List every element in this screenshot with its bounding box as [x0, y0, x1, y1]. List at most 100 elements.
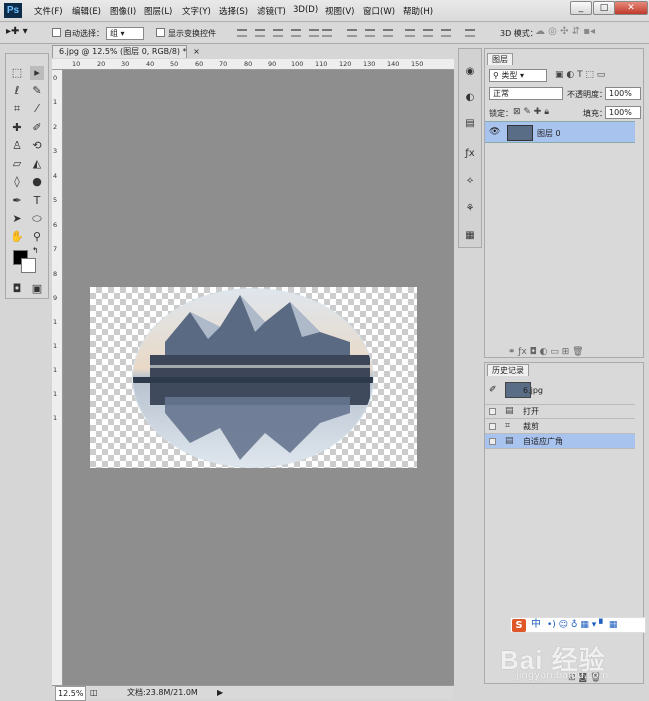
hand-tool-icon[interactable]: ✋	[10, 230, 24, 244]
menu-edit[interactable]: 编辑(E)	[72, 5, 101, 17]
ruler-tick: 6	[53, 221, 58, 229]
distribute-vcenter-icon[interactable]	[365, 29, 375, 37]
menu-help[interactable]: 帮助(H)	[403, 5, 433, 17]
history-brush-tool-icon[interactable]: ⟲	[30, 139, 44, 153]
type-tool-icon[interactable]: T	[30, 194, 44, 208]
show-transform-checkbox[interactable]	[156, 28, 165, 37]
ruler-tick: 1	[53, 366, 58, 374]
styles-panel-icon[interactable]: ƒx	[463, 147, 477, 161]
history-item[interactable]: ⌗ 裁剪	[485, 419, 635, 434]
history-item-active[interactable]: ▤ 自适应广角	[485, 434, 635, 449]
properties-panel-icon[interactable]: ▤	[463, 117, 477, 131]
eyedropper-tool-icon[interactable]: ⁄	[30, 102, 44, 116]
layers-panel: 图层 ⚲ 类型 ▾ ▣ ◐ T ⬚ ▭ 正常 不透明度： 100% 锁定： ⊠ …	[484, 48, 644, 358]
layer-filter-icons[interactable]: ▣ ◐ T ⬚ ▭	[555, 70, 605, 80]
history-item[interactable]: ▤ 打开	[485, 404, 635, 419]
menu-file[interactable]: 文件(F)	[34, 5, 63, 17]
menu-3d[interactable]: 3D(D)	[293, 5, 318, 15]
zoom-tool-icon[interactable]: ⚲	[30, 230, 44, 244]
lock-label: 锁定：	[489, 109, 513, 118]
eraser-tool-icon[interactable]: ▱	[10, 157, 24, 171]
shape-tool-icon[interactable]: ⬭	[30, 212, 44, 226]
maximize-button[interactable]: □	[593, 1, 615, 15]
minimize-button[interactable]: _	[570, 1, 592, 15]
adjustments-panel-icon[interactable]: ◐	[463, 91, 477, 105]
paths-panel-icon[interactable]: ⟡	[463, 174, 477, 188]
crop-tool-icon[interactable]: ⌗	[10, 102, 24, 116]
close-button[interactable]: ✕	[614, 1, 648, 15]
move-tool-icon[interactable]: ▸✚ ▾	[6, 26, 28, 37]
layer-filter-dropdown[interactable]: ⚲ 类型 ▾	[489, 69, 547, 82]
history-item-label: 自适应广角	[523, 437, 563, 446]
quick-select-tool-icon[interactable]: ✎	[30, 84, 44, 98]
distribute-right-icon[interactable]	[441, 29, 451, 37]
lasso-tool-icon[interactable]: ℓ	[10, 84, 24, 98]
align-bottom-icon[interactable]	[273, 29, 283, 37]
layers-tab[interactable]: 图层	[487, 53, 513, 65]
opacity-value: 100%	[609, 89, 632, 98]
path-select-tool-icon[interactable]: ➤	[10, 212, 24, 226]
dodge-tool-icon[interactable]: ●	[30, 175, 44, 189]
zoom-field[interactable]: 12.5%	[55, 686, 87, 701]
distribute-hcenter-icon[interactable]	[423, 29, 433, 37]
swatches-panel-icon[interactable]: ▦	[463, 229, 477, 243]
layer-filter-value: 类型	[501, 71, 518, 80]
auto-select-label: 自动选择：	[64, 29, 104, 38]
document-tab[interactable]: 6.jpg @ 12.5% (图层 0, RGB/8) * ×	[52, 45, 200, 58]
marquee-tool-icon[interactable]: ⬚	[10, 66, 24, 80]
status-menu-arrow-icon[interactable]: ▶	[217, 686, 223, 699]
history-source-box[interactable]	[489, 438, 496, 445]
swap-colors-icon[interactable]: ↰	[32, 246, 39, 255]
menu-filter[interactable]: 滤镜(T)	[257, 5, 286, 17]
healing-tool-icon[interactable]: ✚	[10, 121, 24, 135]
history-source-box[interactable]	[489, 423, 496, 430]
auto-select-checkbox[interactable]	[52, 28, 61, 37]
distribute-bottom-icon[interactable]	[383, 29, 393, 37]
ime-tool-icons: •) ☺ ♁ ▦ ▾ ▘ ▦	[547, 620, 618, 630]
blur-tool-icon[interactable]: ◊	[10, 175, 24, 189]
brush-tool-icon[interactable]: ✐	[30, 121, 44, 135]
document-close-icon[interactable]: ×	[193, 47, 200, 56]
history-snapshot[interactable]: ✐ 6.jpg	[485, 377, 635, 405]
visibility-eye-icon[interactable]: 👁︎	[489, 127, 500, 137]
move-tool-icon[interactable]: ▸	[30, 66, 44, 80]
align-vcenter-icon[interactable]	[255, 29, 265, 37]
paint-bucket-tool-icon[interactable]: ◭	[30, 157, 44, 171]
distribute-left-icon[interactable]	[405, 29, 415, 37]
layers-footer-icons[interactable]: ⚭ ƒx ◘ ◐ ▭ ⊞ 🗑︎	[485, 347, 643, 357]
menu-view[interactable]: 视图(V)	[325, 5, 354, 17]
stamp-tool-icon[interactable]: ♙	[10, 139, 24, 153]
history-brush-source-icon[interactable]: ✐	[489, 385, 497, 395]
menu-type[interactable]: 文字(Y)	[182, 5, 211, 17]
background-color-swatch[interactable]	[21, 258, 36, 273]
align-top-icon[interactable]	[237, 29, 247, 37]
document-canvas[interactable]	[90, 287, 417, 468]
menu-layer[interactable]: 图层(L)	[144, 5, 172, 17]
align-left-icon[interactable]	[291, 29, 301, 37]
blend-mode-dropdown[interactable]: 正常	[489, 87, 563, 100]
auto-align-icon[interactable]	[465, 29, 475, 37]
screen-mode-icon[interactable]: ▣	[30, 282, 44, 296]
align-hcenter-icon[interactable]	[309, 29, 319, 37]
layer-row[interactable]: 👁︎ 图层 0	[485, 121, 635, 143]
menu-select[interactable]: 选择(S)	[219, 5, 248, 17]
align-right-icon[interactable]	[322, 29, 332, 37]
menu-window[interactable]: 窗口(W)	[363, 5, 395, 17]
ruler-tick: 9	[53, 294, 58, 302]
auto-select-dropdown[interactable]: 组 ▾	[106, 27, 144, 40]
opacity-field[interactable]: 100%	[605, 87, 641, 100]
status-info-icon[interactable]: ◫	[90, 686, 98, 699]
quick-mask-icon[interactable]: ◘	[10, 282, 24, 296]
distribute-top-icon[interactable]	[347, 29, 357, 37]
color-panel-icon[interactable]: ◉	[463, 65, 477, 79]
history-tab[interactable]: 历史记录	[487, 364, 529, 376]
history-source-box[interactable]	[489, 408, 496, 415]
channels-panel-icon[interactable]: ⚘	[463, 202, 477, 216]
lock-icons[interactable]: ⊠ ✎ ✚ 🔒︎	[513, 107, 549, 117]
menu-image[interactable]: 图像(I)	[110, 5, 136, 17]
ruler-tick: 1	[53, 318, 58, 326]
fill-field[interactable]: 100%	[605, 106, 641, 119]
ruler-tick: 100	[291, 60, 304, 68]
3d-orbit-icon[interactable]: ☁ ◎ ✣ ⇵ ▪◂	[535, 26, 595, 37]
pen-tool-icon[interactable]: ✒	[10, 194, 24, 208]
